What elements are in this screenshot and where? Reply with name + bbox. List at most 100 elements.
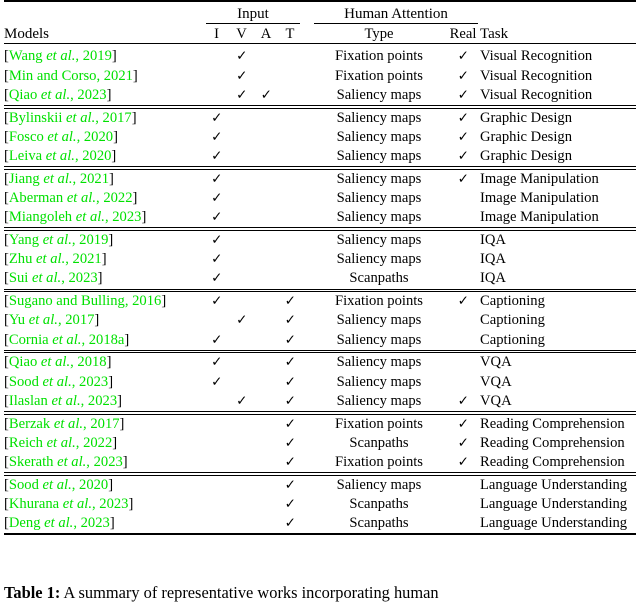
cell-model-citation[interactable]: [Miangoleh et al., 2023] [4,208,204,228]
check-icon: ✓ [457,415,469,432]
cell-input-video [229,495,254,514]
cell-attention-type: Fixation points [335,293,423,310]
citation-author: Sui et al., 2023 [8,270,98,287]
cell-model-citation[interactable]: [Yu et al., 2017] [4,311,204,330]
cell-model-citation[interactable]: [Sui et al., 2023] [4,269,204,289]
cell-input-video [229,269,254,289]
cell-model-citation[interactable]: [Reich et al., 2022] [4,434,204,453]
cell-model-citation[interactable]: [Fosco et al., 2020] [4,128,204,147]
cell-model-citation[interactable]: [Berzak et al., 2017] [4,414,204,434]
cell-attention-real: ✓ [446,414,480,434]
check-icon: ✓ [457,434,469,451]
header-task-blank [480,6,636,23]
citation-etal: et al. [46,434,76,451]
cell-model-citation[interactable]: [Yang et al., 2019] [4,230,204,250]
table-row: [Deng et al., 2023] ✓ Scanpaths Language… [4,514,636,534]
cell-model-citation[interactable]: [Sood et al., 2023] [4,373,204,392]
citation-author: Skerath et al., 2023 [8,453,123,470]
cell-model-citation[interactable]: [Leiva et al., 2020] [4,147,204,167]
cell-model-citation[interactable]: [Min and Corso, 2021] [4,67,204,86]
cell-input-image [204,47,229,66]
citation-etal: et al. [43,170,73,187]
table-row: [Yang et al., 2019] ✓ Saliency maps IQA [4,230,636,250]
cell-model-citation[interactable]: [Wang et al., 2019] [4,47,204,66]
citation-author: Sood et al., 2020 [8,476,109,493]
bracket-close: ] [106,354,112,371]
cell-input-audio [254,292,278,312]
cell-attention-type: Scanpaths [349,515,409,532]
cell-gap [302,475,312,495]
check-icon: ✓ [211,147,222,164]
header-col-I: I [214,26,219,43]
check-icon: ✓ [211,354,222,371]
cell-gap [302,108,312,128]
table-row: [Aberman et al., 2022] ✓ Saliency maps I… [4,189,636,208]
cell-attention-type: Saliency maps [336,476,422,493]
cell-attention-type: Saliency maps [336,170,422,187]
cell-model-citation[interactable]: [Deng et al., 2023] [4,514,204,534]
cell-input-video [229,128,254,147]
cell-model-citation[interactable]: [Aberman et al., 2022] [4,189,204,208]
citation-author: Deng et al., 2023 [8,515,110,532]
cell-gap [302,453,312,473]
cell-input-audio [254,230,278,250]
cell-input-audio [254,250,278,269]
cell-model-citation[interactable]: [Qiao et al., 2018] [4,353,204,373]
cell-model-citation[interactable]: [Khurana et al., 2023] [4,495,204,514]
cell-input-text: ✓ [278,373,302,392]
check-icon: ✓ [284,476,296,493]
table-row: [Cornia et al., 2018a] ✓ ✓ Saliency maps… [4,331,636,351]
table-row: [Sood et al., 2020] ✓ Saliency maps Lang… [4,475,636,495]
check-icon: ✓ [236,48,247,65]
cell-model-citation[interactable]: [Zhu et al., 2021] [4,250,204,269]
cell-model-citation[interactable]: [Ilaslan et al., 2023] [4,392,204,412]
cell-input-image [204,414,229,434]
cell-input-image: ✓ [204,353,229,373]
citation-author: Qiao et al., 2018 [8,354,107,371]
cell-input-audio [254,495,278,514]
cell-gap [302,189,312,208]
cell-model-citation[interactable]: [Skerath et al., 2023] [4,453,204,473]
citation-author: Wang et al., 2019 [8,48,112,65]
bracket-close: ] [106,86,112,103]
cell-model-citation[interactable]: [Jiang et al., 2021] [4,169,204,189]
citation-author: Qiao et al., 2023 [8,86,107,103]
cell-model-citation[interactable]: [Sood et al., 2020] [4,475,204,495]
bracket-close: ] [112,434,118,451]
citation-etal: et al. [46,48,76,65]
cell-attention-real [446,311,480,330]
cell-input-image: ✓ [204,331,229,351]
cell-model-citation[interactable]: [Bylinskii et al., 2017] [4,108,204,128]
cell-input-text: ✓ [278,475,302,495]
cell-model-citation[interactable]: [Qiao et al., 2023] [4,86,204,106]
citation-author: Leiva et al., 2020 [8,147,112,164]
citation-etal: et al. [62,495,92,512]
citation-etal: et al. [44,515,74,532]
cell-input-text: ✓ [278,495,302,514]
cell-input-audio [254,147,278,167]
check-icon: ✓ [284,312,296,329]
cell-model-citation[interactable]: [Sugano and Bulling, 2016] [4,292,204,312]
cell-attention-type: Fixation points [335,48,423,65]
cell-input-image: ✓ [204,250,229,269]
check-icon: ✓ [211,189,222,206]
cell-model-citation[interactable]: [Cornia et al., 2018a] [4,331,204,351]
cell-gap [302,67,312,86]
citation-author: Cornia et al., 2018a [8,331,125,348]
check-icon: ✓ [284,293,296,310]
cell-input-text: ✓ [278,514,302,534]
cell-input-image [204,495,229,514]
cell-input-text [278,67,302,86]
cell-input-audio [254,331,278,351]
cell-input-audio [254,434,278,453]
check-icon: ✓ [284,495,296,512]
table-row: [Sugano and Bulling, 2016] ✓ ✓ Fixation … [4,292,636,312]
cell-input-text [278,208,302,228]
header-col-T: T [285,26,295,43]
check-icon: ✓ [211,331,222,348]
cell-input-video: ✓ [229,47,254,66]
cell-attention-type: Saliency maps [336,147,422,164]
cell-attention-type: Saliency maps [336,331,422,348]
cell-input-video [229,208,254,228]
cell-input-image [204,514,229,534]
